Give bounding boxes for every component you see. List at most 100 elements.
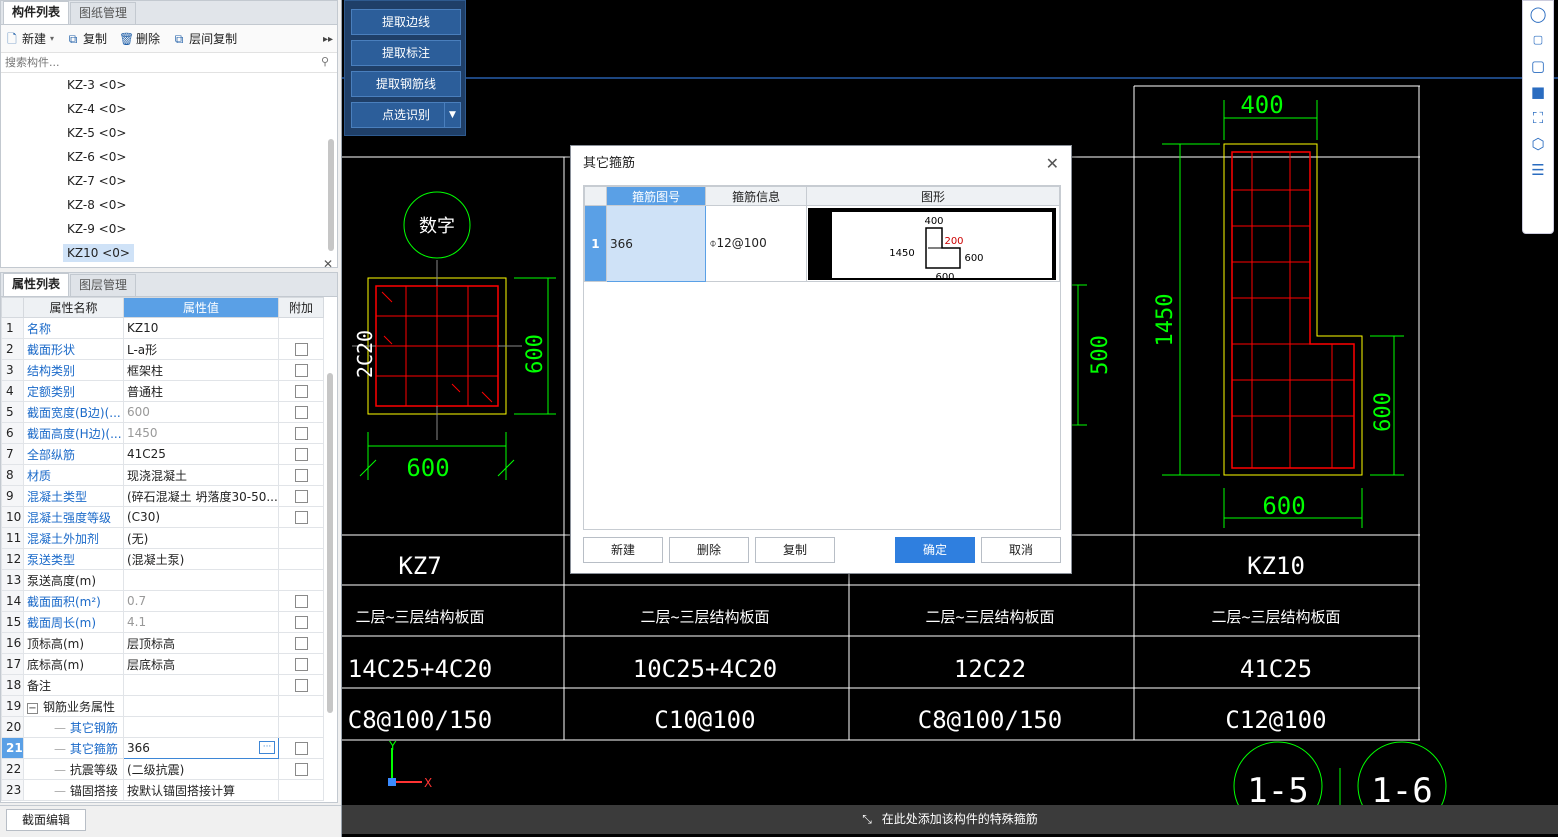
- point-recognize-button[interactable]: 点选识别 ▼: [351, 102, 461, 128]
- table-row[interactable]: 21 其它箍筋 366 ···: [1, 737, 324, 759]
- property-value[interactable]: [123, 674, 279, 696]
- append-checkbox[interactable]: [294, 637, 308, 650]
- append-checkbox[interactable]: [294, 511, 308, 524]
- shape-no-cell[interactable]: 366: [605, 205, 707, 282]
- component-search-input[interactable]: [1, 53, 337, 72]
- tab-component-list[interactable]: 构件列表: [3, 1, 70, 24]
- cube-view-icon[interactable]: ▢: [1523, 53, 1553, 79]
- display-settings-icon[interactable]: ⬡: [1523, 131, 1553, 157]
- cancel-button[interactable]: 取消: [981, 537, 1061, 563]
- cube-solid-icon[interactable]: ■: [1523, 79, 1553, 105]
- section-edit-button[interactable]: 截面编辑: [6, 809, 86, 831]
- new-component-button[interactable]: 🗋 新建 ▾: [5, 30, 54, 47]
- table-row[interactable]: 14 截面面积(m²) 0.7: [1, 590, 324, 612]
- chevron-down-icon[interactable]: ▾: [50, 34, 54, 43]
- close-icon[interactable]: ✕: [1046, 156, 1059, 172]
- property-value[interactable]: [123, 569, 279, 591]
- table-row[interactable]: 9 混凝土类型 (碎石混凝土 坍落度30-50...: [1, 485, 324, 507]
- orbit-icon[interactable]: ◯: [1523, 1, 1553, 27]
- tab-layer-management[interactable]: 图层管理: [70, 274, 137, 296]
- table-row[interactable]: 1 366 ⌽12@100 400 1450 200 600 600: [584, 205, 1060, 283]
- extract-rebar-line-button[interactable]: 提取钢筋线: [351, 71, 461, 97]
- table-row[interactable]: 3 结构类别 框架柱: [1, 359, 324, 381]
- property-value[interactable]: 框架柱: [123, 359, 279, 381]
- tab-property-list[interactable]: 属性列表: [3, 273, 70, 296]
- append-checkbox[interactable]: [294, 406, 308, 419]
- append-checkbox[interactable]: [294, 343, 308, 356]
- property-value[interactable]: 366 ···: [123, 737, 279, 759]
- property-value[interactable]: [123, 695, 279, 717]
- tree-item[interactable]: KZ-3 <0>: [1, 73, 337, 97]
- property-value[interactable]: 1450: [123, 422, 279, 444]
- chevron-down-icon[interactable]: ▼: [444, 103, 460, 127]
- append-checkbox[interactable]: [294, 616, 308, 629]
- tab-drawing-management[interactable]: 图纸管理: [70, 2, 137, 24]
- delete-component-button[interactable]: 🗑 删除: [119, 30, 160, 47]
- search-icon[interactable]: ⚲: [321, 55, 329, 68]
- extract-edge-button[interactable]: 提取边线: [351, 9, 461, 35]
- table-row[interactable]: 7 全部纵筋 41C25: [1, 443, 324, 465]
- table-row[interactable]: 15 截面周长(m) 4.1: [1, 611, 324, 633]
- table-row[interactable]: 2 截面形状 L-a形: [1, 338, 324, 360]
- property-value[interactable]: 按默认锚固搭接计算: [123, 779, 279, 801]
- table-row[interactable]: 12 泵送类型 (混凝土泵): [1, 548, 324, 570]
- property-value[interactable]: 41C25: [123, 443, 279, 465]
- extract-label-button[interactable]: 提取标注: [351, 40, 461, 66]
- tree-item[interactable]: KZ-8 <0>: [1, 193, 337, 217]
- table-row[interactable]: 18 备注: [1, 674, 324, 696]
- append-checkbox[interactable]: [294, 490, 308, 503]
- ellipsis-icon[interactable]: ···: [259, 741, 275, 754]
- more-tools-icon[interactable]: ▸▸: [323, 34, 333, 45]
- tree-item-selected[interactable]: KZ10 <0>: [1, 241, 337, 265]
- property-value[interactable]: KZ10: [123, 317, 279, 339]
- delete-button[interactable]: 删除: [669, 537, 749, 563]
- append-checkbox[interactable]: [294, 427, 308, 440]
- table-row[interactable]: 5 截面宽度(B边)(... 600: [1, 401, 324, 423]
- property-value[interactable]: 4.1: [123, 611, 279, 633]
- property-value[interactable]: (C30): [123, 506, 279, 528]
- append-checkbox[interactable]: [294, 763, 308, 776]
- tree-scrollbar[interactable]: [328, 139, 334, 251]
- property-value[interactable]: (二级抗震): [123, 758, 279, 780]
- property-value[interactable]: (无): [123, 527, 279, 549]
- property-value[interactable]: 600: [123, 401, 279, 423]
- append-checkbox[interactable]: [294, 679, 308, 692]
- property-value[interactable]: 层底标高: [123, 653, 279, 675]
- property-value[interactable]: 0.7: [123, 590, 279, 612]
- table-row[interactable]: 1 名称 KZ10: [1, 317, 324, 339]
- list-view-icon[interactable]: ☰: [1523, 157, 1553, 183]
- table-row[interactable]: 10 混凝土强度等级 (C30): [1, 506, 324, 528]
- copy-button[interactable]: 复制: [755, 537, 835, 563]
- view-3d-icon[interactable]: ▢: [1523, 27, 1553, 53]
- table-row[interactable]: 17 底标高(m) 层底标高: [1, 653, 324, 675]
- table-row[interactable]: 4 定额类别 普通柱: [1, 380, 324, 402]
- property-value[interactable]: 现浇混凝土: [123, 464, 279, 486]
- append-checkbox[interactable]: [294, 742, 308, 755]
- table-row[interactable]: 8 材质 现浇混凝土: [1, 464, 324, 486]
- table-row[interactable]: 13 泵送高度(m): [1, 569, 324, 591]
- table-row[interactable]: 23 锚固搭接按默认锚固搭接计算: [1, 779, 324, 801]
- figure-cell[interactable]: 400 1450 200 600 600: [806, 205, 1060, 283]
- table-row[interactable]: 16 顶标高(m) 层顶标高: [1, 632, 324, 654]
- table-row[interactable]: 20 其它钢筋: [1, 716, 324, 738]
- tree-item[interactable]: KZ-9 <0>: [1, 217, 337, 241]
- append-checkbox[interactable]: [294, 448, 308, 461]
- collapse-icon[interactable]: −: [27, 702, 38, 714]
- copy-component-button[interactable]: ⧉ 复制: [66, 30, 107, 47]
- append-checkbox[interactable]: [294, 364, 308, 377]
- table-row[interactable]: 6 截面高度(H边)(... 1450: [1, 422, 324, 444]
- table-row[interactable]: 11 混凝土外加剂 (无): [1, 527, 324, 549]
- tree-item[interactable]: KZ-5 <0>: [1, 121, 337, 145]
- property-value[interactable]: 普通柱: [123, 380, 279, 402]
- append-checkbox[interactable]: [294, 469, 308, 482]
- property-value[interactable]: [123, 716, 279, 738]
- property-value[interactable]: 层顶标高: [123, 632, 279, 654]
- append-checkbox[interactable]: [294, 595, 308, 608]
- new-button[interactable]: 新建: [583, 537, 663, 563]
- table-row[interactable]: 19− 钢筋业务属性: [1, 695, 324, 717]
- append-checkbox[interactable]: [294, 658, 308, 671]
- append-checkbox[interactable]: [294, 385, 308, 398]
- floor-copy-button[interactable]: ⧉ 层间复制: [172, 30, 237, 47]
- tree-item[interactable]: KZ-6 <0>: [1, 145, 337, 169]
- property-value[interactable]: L-a形: [123, 338, 279, 360]
